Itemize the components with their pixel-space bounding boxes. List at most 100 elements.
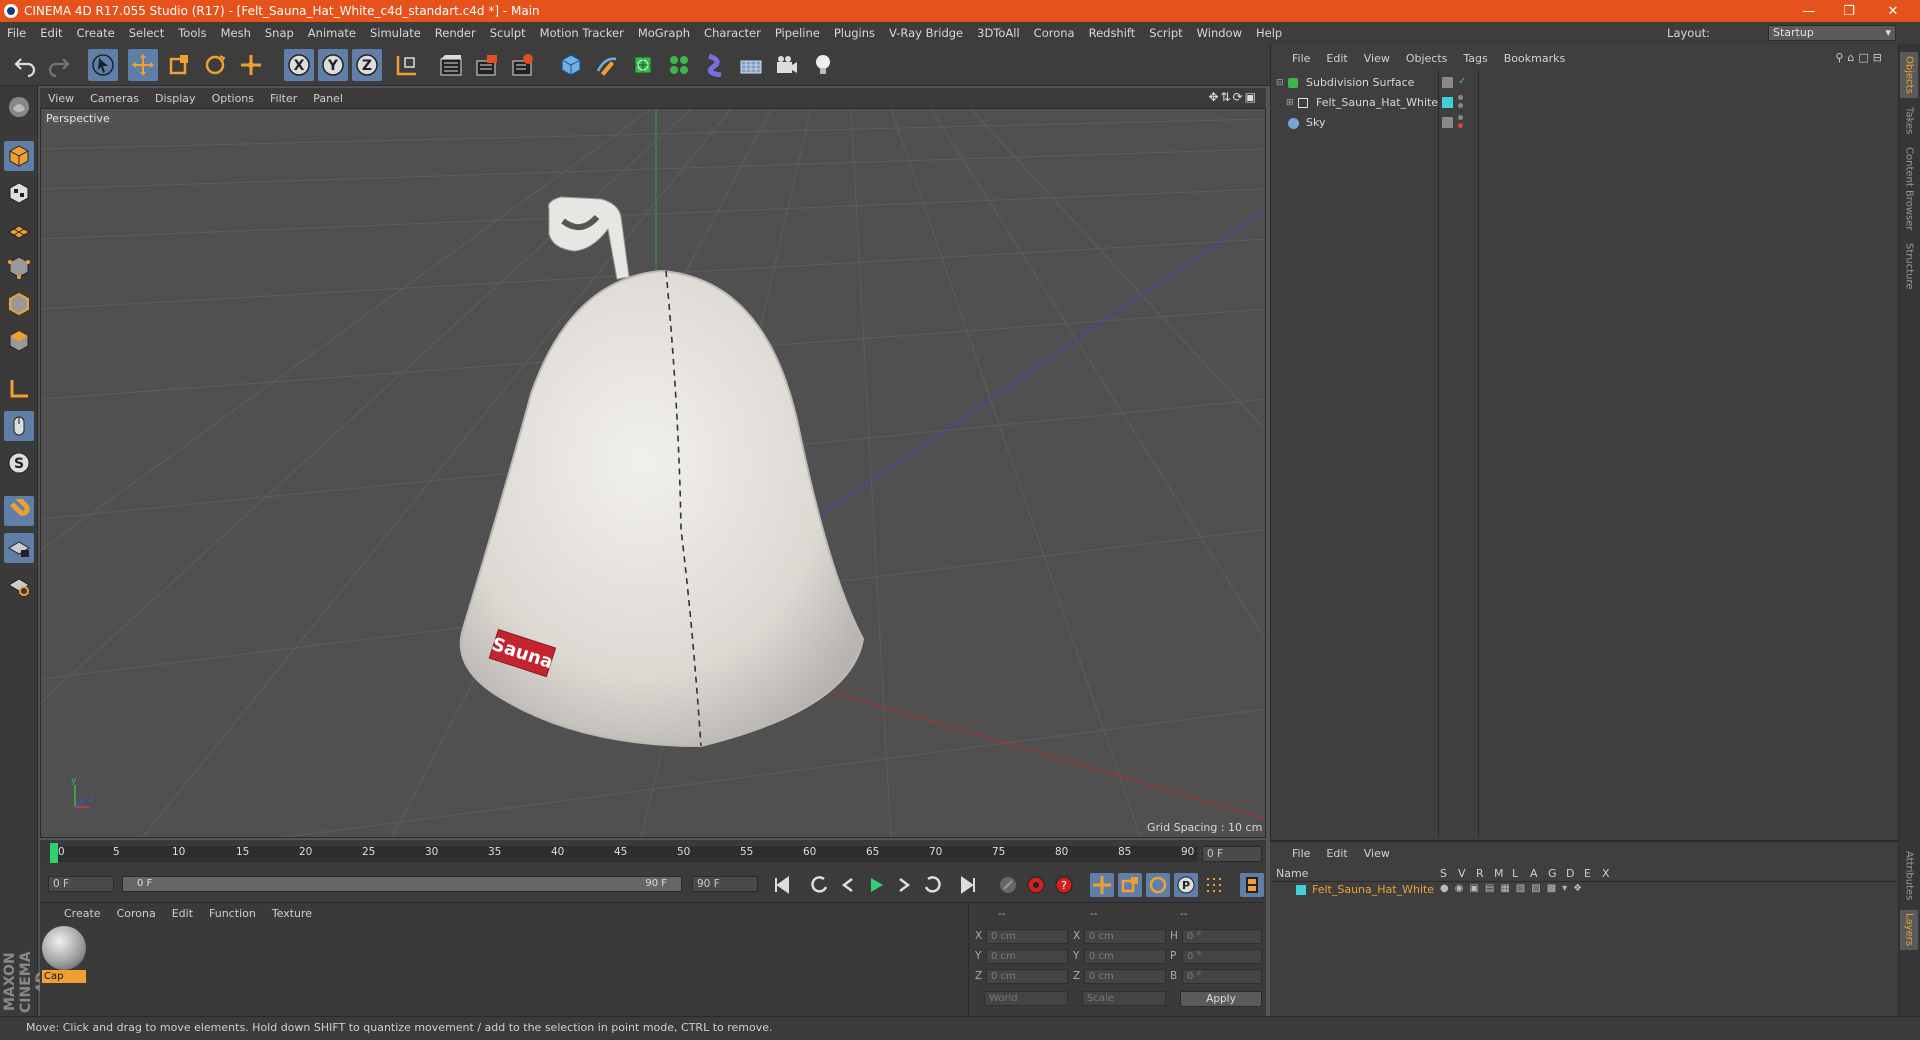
- menu-window[interactable]: Window: [1190, 26, 1249, 40]
- go-to-end-icon[interactable]: [956, 873, 980, 897]
- render-view-icon[interactable]: [436, 49, 466, 81]
- go-to-start-icon[interactable]: [770, 873, 794, 897]
- array-icon[interactable]: [664, 49, 694, 81]
- end-frame-field[interactable]: 90 F: [692, 876, 758, 892]
- position-key-icon[interactable]: [1090, 873, 1114, 897]
- play-icon[interactable]: [864, 873, 888, 897]
- workplane-icon[interactable]: [4, 215, 34, 245]
- menu-mograph[interactable]: MoGraph: [631, 26, 697, 40]
- viewport-menu-display[interactable]: Display: [147, 92, 204, 105]
- previous-key-icon[interactable]: [808, 873, 832, 897]
- tab-objects[interactable]: Objects: [1900, 52, 1918, 98]
- objects-menu-view[interactable]: View: [1356, 52, 1398, 65]
- point-level-animation-icon[interactable]: [1202, 873, 1226, 897]
- tab-takes[interactable]: Takes: [1900, 104, 1918, 138]
- coord-scale-mode-select[interactable]: Scale: [1082, 991, 1166, 1006]
- light-icon[interactable]: [808, 49, 838, 81]
- tweak-mode-icon[interactable]: [4, 411, 34, 441]
- timeline-playhead[interactable]: [50, 843, 58, 863]
- next-frame-icon[interactable]: [892, 873, 916, 897]
- objects-menu-tags[interactable]: Tags: [1455, 52, 1495, 65]
- menu-motion-tracker[interactable]: Motion Tracker: [533, 26, 631, 40]
- x-axis-icon[interactable]: X: [284, 49, 314, 81]
- object-mode-icon[interactable]: [4, 141, 34, 171]
- menu-simulate[interactable]: Simulate: [363, 26, 428, 40]
- material-swatch-cap[interactable]: [42, 926, 86, 970]
- column-render[interactable]: R: [1476, 867, 1484, 880]
- search-icon[interactable]: ⚲⌂□⊟: [1835, 51, 1886, 64]
- coord-size-z-field[interactable]: 0 cm: [1084, 969, 1166, 984]
- tab-attributes[interactable]: Attributes: [1900, 846, 1918, 906]
- render-dot-icon[interactable]: [1458, 103, 1463, 108]
- menu-plugins[interactable]: Plugins: [827, 26, 882, 40]
- menu-sculpt[interactable]: Sculpt: [483, 26, 533, 40]
- object-row-felt-sauna-hat[interactable]: ⊞ Felt_Sauna_Hat_White: [1272, 94, 1438, 112]
- current-frame-field[interactable]: 0 F: [1202, 846, 1262, 862]
- edit-render-settings-icon[interactable]: [508, 49, 538, 81]
- column-solo[interactable]: S: [1440, 867, 1447, 880]
- planar-workplane-icon[interactable]: [4, 570, 34, 600]
- layer-row[interactable]: Felt_Sauna_Hat_White ●◉▣▤▦▧▨▩▾❖: [1272, 882, 1896, 898]
- coord-rot-h-field[interactable]: 0 °: [1182, 929, 1262, 944]
- expand-icon[interactable]: ⊞: [1286, 94, 1294, 112]
- viewport-menu-cameras[interactable]: Cameras: [82, 92, 147, 105]
- apply-button[interactable]: Apply: [1180, 991, 1262, 1007]
- magnet-icon[interactable]: [4, 496, 34, 526]
- coord-pos-z-field[interactable]: 0 cm: [986, 969, 1068, 984]
- column-deformers[interactable]: D: [1566, 867, 1574, 880]
- move-icon[interactable]: [128, 49, 158, 81]
- column-animation[interactable]: A: [1530, 867, 1538, 880]
- material-name-cap[interactable]: Cap: [42, 970, 86, 983]
- tab-content-browser[interactable]: Content Browser: [1900, 146, 1918, 232]
- transform-icon[interactable]: [236, 49, 266, 81]
- scale-key-icon[interactable]: [1118, 873, 1142, 897]
- preview-range-slider[interactable]: 0 F 90 F: [122, 876, 682, 892]
- viewport-menu-filter[interactable]: Filter: [262, 92, 305, 105]
- locked-workplane-icon[interactable]: [4, 533, 34, 563]
- points-mode-icon[interactable]: [4, 252, 34, 282]
- model-mode-icon[interactable]: [4, 92, 34, 122]
- coord-size-y-field[interactable]: 0 cm: [1084, 949, 1166, 964]
- material-menu-create[interactable]: Create: [40, 907, 109, 920]
- edges-mode-icon[interactable]: [4, 289, 34, 319]
- close-button[interactable]: ✕: [1870, 0, 1916, 22]
- menu-render[interactable]: Render: [428, 26, 483, 40]
- felt-sauna-hat-model[interactable]: Sauna: [459, 196, 865, 748]
- coordinate-system-icon[interactable]: [392, 49, 422, 81]
- viewport-menu-view[interactable]: View: [40, 92, 82, 105]
- viewport-menu-panel[interactable]: Panel: [305, 92, 351, 105]
- layers-menu-file[interactable]: File: [1284, 847, 1318, 860]
- objects-menu-bookmarks[interactable]: Bookmarks: [1496, 52, 1573, 65]
- menu-redshift[interactable]: Redshift: [1082, 26, 1143, 40]
- perspective-viewport[interactable]: Sauna y z: [40, 108, 1266, 838]
- coord-system-select[interactable]: World: [984, 991, 1068, 1006]
- scale-icon[interactable]: [164, 49, 194, 81]
- object-row-sky[interactable]: Sky: [1272, 114, 1438, 132]
- parameter-key-icon[interactable]: P: [1174, 873, 1198, 897]
- coord-rot-b-field[interactable]: 0 °: [1182, 969, 1262, 984]
- subdivision-icon[interactable]: [628, 49, 658, 81]
- objects-menu-file[interactable]: File: [1284, 52, 1318, 65]
- tab-layers[interactable]: Layers: [1900, 910, 1918, 950]
- y-axis-icon[interactable]: Y: [318, 49, 348, 81]
- coord-size-x-field[interactable]: 0 cm: [1084, 929, 1166, 944]
- menu-file[interactable]: File: [0, 26, 33, 40]
- layout-select[interactable]: Startup ▾: [1768, 25, 1896, 41]
- coord-pos-y-field[interactable]: 0 cm: [986, 949, 1068, 964]
- undo-icon[interactable]: [10, 49, 40, 81]
- enabled-check-icon[interactable]: ✓: [1458, 76, 1466, 87]
- viewport-menu-options[interactable]: Options: [204, 92, 262, 105]
- menu-mesh[interactable]: Mesh: [214, 26, 258, 40]
- objects-menu-objects[interactable]: Objects: [1398, 52, 1456, 65]
- column-view[interactable]: V: [1458, 867, 1466, 880]
- layer-name[interactable]: Felt_Sauna_Hat_White: [1312, 883, 1434, 896]
- column-locked[interactable]: L: [1512, 867, 1518, 880]
- layer-tag-icon[interactable]: [1442, 77, 1453, 88]
- redo-icon[interactable]: [44, 49, 74, 81]
- menu-edit[interactable]: Edit: [33, 26, 69, 40]
- render-picture-viewer-icon[interactable]: [472, 49, 502, 81]
- restore-button[interactable]: ❐: [1826, 0, 1872, 22]
- collapse-icon[interactable]: ⊟: [1276, 74, 1284, 92]
- viewport-navigation-icons[interactable]: ✥⇅⟳▣: [1208, 90, 1258, 104]
- column-name[interactable]: Name: [1276, 867, 1308, 880]
